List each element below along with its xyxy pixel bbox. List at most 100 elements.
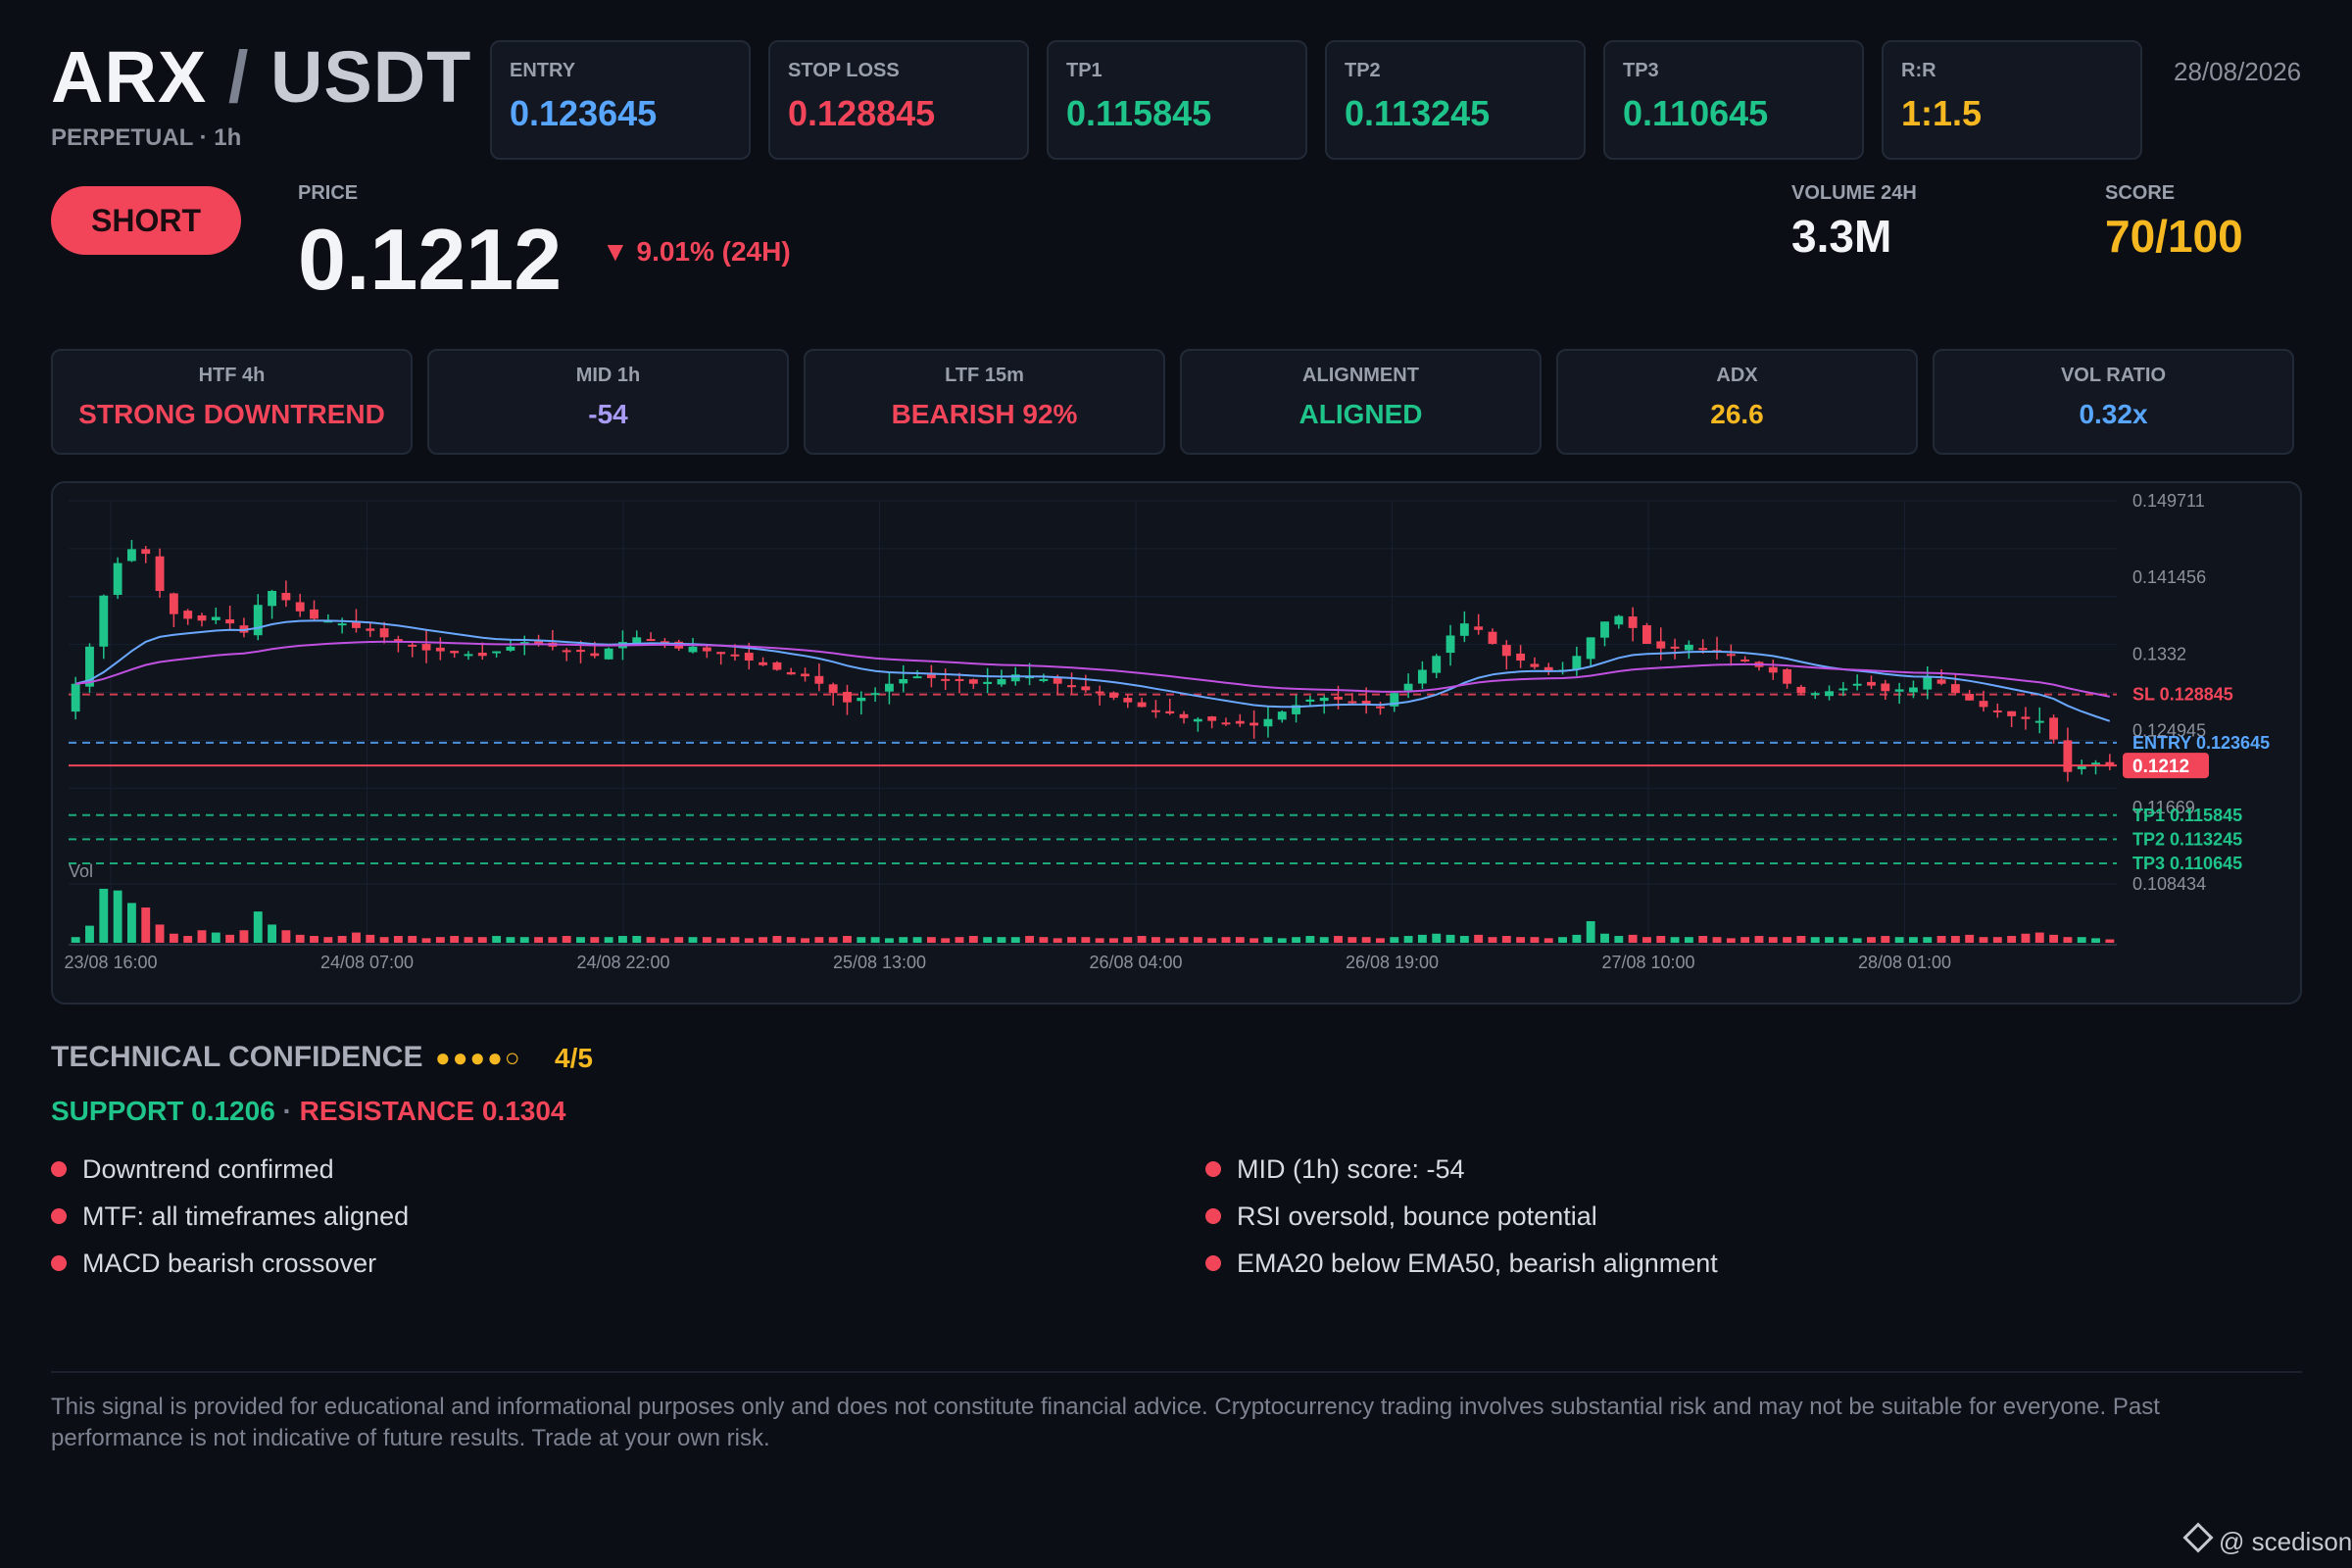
candle-body (211, 616, 220, 620)
volume-bar (912, 937, 922, 943)
candle-body (1600, 621, 1609, 638)
disclaimer: This signal is provided for educational … (51, 1394, 2160, 1451)
candle-body (1516, 653, 1526, 662)
candle-body (99, 595, 109, 647)
sr-separator: · (274, 1096, 300, 1126)
volume-bar (1376, 938, 1385, 943)
candle-body (1193, 718, 1202, 722)
support-resistance: SUPPORT 0.1206 · RESISTANCE 0.1304 (51, 1096, 565, 1127)
candle-body (1179, 713, 1189, 718)
volume-bar (519, 937, 529, 943)
candle-body (1137, 702, 1147, 708)
candle-body (1334, 697, 1343, 700)
volume-bar (590, 937, 600, 943)
candle-body (688, 646, 698, 653)
candle-body (435, 647, 445, 652)
candle-body (786, 671, 796, 675)
candle-body (1459, 623, 1469, 636)
reason-item: MID (1h) score: -54 (1205, 1154, 1465, 1185)
reason-text: MID (1h) score: -54 (1237, 1154, 1465, 1184)
volume-bar (843, 936, 852, 943)
confidence-score: 4/5 (555, 1043, 593, 1073)
candle-body (1572, 656, 1582, 669)
candle-body (1656, 641, 1666, 649)
candle-body (997, 678, 1006, 685)
reason-item: MACD bearish crossover (51, 1249, 376, 1279)
volume-bar (801, 938, 809, 943)
level-label: TP3 0.110645 (2132, 854, 2242, 873)
volume-bar (534, 937, 543, 943)
candle-body (169, 593, 178, 614)
volume-bar (99, 888, 109, 943)
volume-bar (857, 937, 866, 943)
volume-bar (1810, 937, 1820, 943)
candle-body (1501, 645, 1511, 657)
candle-body (1207, 716, 1217, 721)
candle-body (421, 644, 431, 651)
footer-divider (51, 1371, 2302, 1373)
volume-bar (310, 936, 318, 943)
volume-bar (1754, 936, 1764, 943)
current-price-label: 0.1212 (2132, 757, 2189, 777)
reason-text: RSI oversold, bounce potential (1237, 1201, 1597, 1231)
candle-body (912, 676, 922, 679)
candle-body (352, 622, 361, 628)
volume-bar (1852, 938, 1862, 943)
volume-bar (450, 936, 460, 943)
volume-bar (2091, 938, 2100, 943)
candle-body (857, 697, 866, 702)
watermark: @ scedison (2182, 1522, 2352, 1557)
candle-body (1263, 718, 1273, 727)
volume-bar (1684, 937, 1693, 943)
bullet-icon (51, 1160, 67, 1177)
candle-body (590, 653, 600, 657)
volume-bar (295, 934, 305, 943)
volume-bar (1642, 937, 1651, 943)
volume-bar (1516, 937, 1526, 943)
candle-body (2034, 720, 2044, 723)
volume-bar (239, 930, 249, 943)
candle-body (1894, 689, 1904, 692)
reason-item: EMA20 below EMA50, bearish alignment (1205, 1249, 1718, 1279)
volume-bar (85, 925, 94, 943)
volume-bar (1712, 937, 1722, 943)
candle-body (477, 652, 487, 657)
x-tick-label: 26/08 19:00 (1346, 953, 1439, 972)
candle-body (197, 614, 207, 621)
bullet-icon (1205, 1160, 1221, 1177)
candle-body (225, 619, 235, 624)
level-label: SL 0.128845 (2132, 685, 2233, 705)
volume-bar (1348, 937, 1357, 943)
candle-body (1908, 687, 1918, 693)
volume-bar (716, 938, 726, 943)
volume-bar (1039, 937, 1049, 943)
volume-bar (1825, 937, 1834, 943)
candle-body (268, 590, 277, 607)
candle-body (492, 651, 502, 654)
volume-bar (632, 936, 642, 943)
candle-body (113, 563, 122, 596)
bullet-icon (51, 1254, 67, 1271)
candle-body (408, 644, 417, 647)
candle-body (899, 678, 908, 684)
volume-bar (1109, 938, 1118, 943)
volume-bar (2105, 939, 2115, 943)
reason-text: MTF: all timeframes aligned (82, 1201, 410, 1231)
volume-bar (421, 938, 431, 943)
volume-bar (730, 937, 740, 943)
volume-bar (1558, 937, 1567, 943)
candle-body (1530, 663, 1540, 667)
reason-text: MACD bearish crossover (82, 1249, 377, 1278)
candle-body (1923, 677, 1933, 690)
volume-bar (1586, 920, 1595, 943)
volume-bar (1081, 937, 1091, 943)
candle-body (730, 654, 740, 657)
volume-bar (155, 924, 165, 943)
candle-body (1376, 706, 1385, 709)
candle-body (1979, 701, 1988, 708)
candle-body (1250, 722, 1259, 726)
candle-body (1235, 720, 1245, 724)
confidence-dots: ●●●●○ (435, 1043, 522, 1072)
candle-body (828, 684, 838, 694)
volume-bar (1277, 938, 1287, 943)
